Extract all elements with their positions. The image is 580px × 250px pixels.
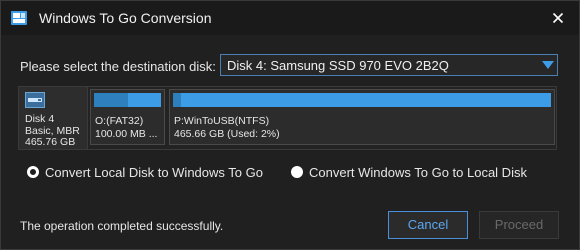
disk-name: Disk 4 bbox=[25, 113, 55, 125]
radio-local-to-wtg-label: Convert Local Disk to Windows To Go bbox=[45, 165, 263, 180]
close-button[interactable] bbox=[545, 5, 571, 31]
partition-usage-bar bbox=[94, 93, 161, 107]
radio-unchecked-icon[interactable] bbox=[291, 166, 303, 178]
partition-used-fill bbox=[94, 93, 128, 107]
proceed-button[interactable]: Proceed bbox=[479, 211, 559, 239]
disk-size: 465.76 GB bbox=[25, 136, 76, 148]
partition-fat32[interactable]: O:(FAT32) 100.00 MB ... bbox=[90, 89, 165, 145]
partition-ntfs[interactable]: P:WinToUSB(NTFS) 465.66 GB (Used: 2%) bbox=[169, 89, 555, 145]
cancel-button[interactable]: Cancel bbox=[388, 211, 468, 239]
usb-drive-icon bbox=[25, 92, 45, 108]
app-icon bbox=[11, 11, 27, 25]
dropdown-arrow-icon[interactable] bbox=[539, 55, 557, 75]
destination-disk-label: Please select the destination disk: bbox=[20, 59, 216, 74]
partition-usage-bar bbox=[173, 93, 551, 107]
destination-disk-value: Disk 4: Samsung SSD 970 EVO 2B2Q bbox=[227, 58, 449, 73]
radio-checked-icon[interactable] bbox=[27, 166, 39, 178]
status-message: The operation completed successfully. bbox=[20, 219, 224, 233]
partition-label: O:(FAT32) bbox=[95, 115, 144, 127]
dialog-window: Windows To Go Conversion Please select t… bbox=[0, 0, 580, 250]
partition-used-fill bbox=[173, 93, 181, 107]
disk-info[interactable]: Disk 4 Basic, MBR 465.76 GB bbox=[19, 87, 88, 149]
dialog-content: Please select the destination disk: Disk… bbox=[1, 35, 579, 249]
close-icon bbox=[552, 12, 564, 24]
disk-map: Disk 4 Basic, MBR 465.76 GB O:(FAT32) 10… bbox=[18, 86, 557, 150]
destination-disk-select[interactable]: Disk 4: Samsung SSD 970 EVO 2B2Q bbox=[220, 54, 558, 76]
title-bar: Windows To Go Conversion bbox=[1, 1, 579, 35]
window-title: Windows To Go Conversion bbox=[39, 10, 212, 26]
partition-size: 100.00 MB ... bbox=[95, 128, 158, 140]
radio-wtg-to-local-label: Convert Windows To Go to Local Disk bbox=[309, 165, 527, 180]
partition-label: P:WinToUSB(NTFS) bbox=[174, 115, 270, 127]
partition-size: 465.66 GB (Used: 2%) bbox=[174, 128, 280, 140]
